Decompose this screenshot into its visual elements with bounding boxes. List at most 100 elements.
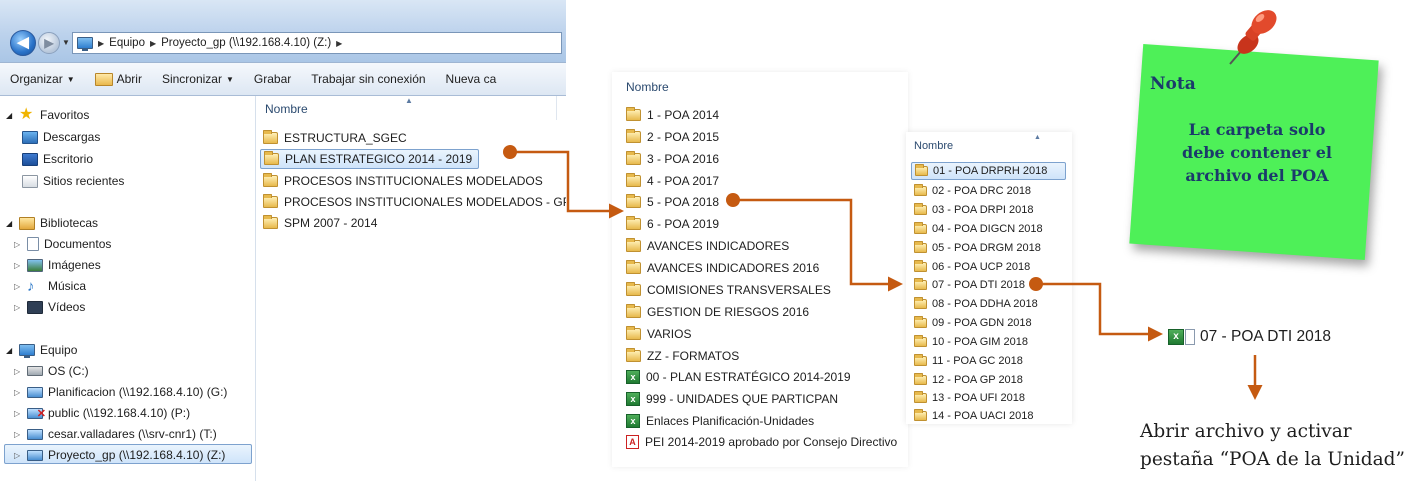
list-item[interactable]: x 999 - UNIDADES QUE PARTICPAN — [626, 389, 838, 409]
list-item[interactable]: VARIOS — [626, 324, 691, 344]
collapsed-triangle-icon[interactable]: ▷ — [14, 451, 22, 460]
nav-computer[interactable]: ◢ Equipo — [6, 343, 77, 358]
column-header-name[interactable]: Nombre — [265, 102, 308, 116]
column-header-name[interactable]: Nombre — [914, 140, 953, 152]
collapsed-triangle-icon[interactable]: ▷ — [14, 240, 22, 249]
list-item[interactable]: ZZ - FORMATOS — [626, 346, 739, 366]
list-item[interactable]: GESTION DE RIESGOS 2016 — [626, 302, 809, 322]
nav-drive-c[interactable]: ▷ OS (C:) — [14, 364, 89, 378]
list-item[interactable]: 08 - POA DDHA 2018 — [914, 295, 1038, 313]
list-item[interactable]: AVANCES INDICADORES 2016 — [626, 258, 819, 278]
expanded-triangle-icon[interactable]: ◢ — [6, 219, 14, 228]
item-label: PLAN ESTRATEGICO 2014 - 2019 — [285, 152, 473, 166]
libraries-icon — [19, 216, 35, 230]
offline-button[interactable]: Trabajar sin conexión — [301, 72, 435, 86]
collapsed-triangle-icon[interactable]: ▷ — [14, 303, 22, 312]
nav-favorites[interactable]: ◢ ★ Favoritos — [6, 107, 89, 123]
documents-icon — [27, 237, 39, 251]
nav-drive-g[interactable]: ▷ Planificacion (\\192.168.4.10) (G:) — [14, 385, 227, 399]
list-item-selected[interactable]: 01 - POA DRPRH 2018 — [911, 162, 1066, 180]
list-item[interactable]: x Enlaces Planificación-Unidades — [626, 411, 814, 431]
result-excel-file[interactable]: x 07 - POA DTI 2018 — [1168, 328, 1331, 346]
sort-ascending-icon: ▲ — [1034, 134, 1041, 141]
expanded-triangle-icon[interactable]: ◢ — [6, 346, 14, 355]
list-item[interactable]: 5 - POA 2018 — [626, 192, 719, 212]
list-item[interactable]: A PEI 2014-2019 aprobado por Consejo Dire… — [626, 432, 897, 452]
pushpin-icon — [1229, 10, 1277, 65]
list-item[interactable]: AVANCES INDICADORES — [626, 236, 789, 256]
history-dropdown-icon[interactable]: ▼ — [62, 38, 70, 47]
column-header-name[interactable]: Nombre — [626, 80, 669, 94]
new-folder-button[interactable]: Nueva ca — [436, 72, 507, 86]
collapsed-triangle-icon[interactable]: ▷ — [14, 430, 22, 439]
nav-music[interactable]: ▷ ♪ Música — [14, 279, 86, 294]
sticky-note-content: Nota La carpeta solo debe contener el ar… — [1136, 52, 1372, 252]
open-button[interactable]: Abrir — [85, 72, 152, 86]
address-bar[interactable]: ▶ Equipo ▶ Proyecto_gp (\\192.168.4.10) … — [72, 32, 562, 54]
breadcrumb-computer[interactable]: Equipo — [109, 37, 145, 49]
list-item[interactable]: x 00 - PLAN ESTRATÉGICO 2014-2019 — [626, 367, 851, 387]
nav-label: Sitios recientes — [43, 174, 125, 188]
list-item[interactable]: 13 - POA UFI 2018 — [914, 389, 1025, 407]
nav-videos[interactable]: ▷ Vídeos — [14, 300, 85, 314]
list-item[interactable]: 2 - POA 2015 — [626, 127, 719, 147]
column-divider[interactable] — [556, 96, 557, 120]
list-item[interactable]: 1 - POA 2014 — [626, 105, 719, 125]
nav-drive-z[interactable]: ▷ Proyecto_gp (\\192.168.4.10) (Z:) — [14, 448, 225, 462]
list-item[interactable]: 10 - POA GIM 2018 — [914, 333, 1028, 351]
excel-file-icon: x — [626, 370, 640, 384]
nav-desktop[interactable]: Escritorio — [22, 152, 93, 166]
expanded-triangle-icon[interactable]: ◢ — [6, 111, 14, 120]
nav-drive-t[interactable]: ▷ cesar.valladares (\\srv-cnr1) (T:) — [14, 427, 217, 441]
list-item[interactable]: 05 - POA DRGM 2018 — [914, 239, 1041, 257]
collapsed-triangle-icon[interactable]: ▷ — [14, 388, 22, 397]
breadcrumb-drive[interactable]: Proyecto_gp (\\192.168.4.10) (Z:) — [161, 37, 331, 49]
list-item[interactable]: COMISIONES TRANSVERSALES — [626, 280, 831, 300]
collapsed-triangle-icon[interactable]: ▷ — [14, 367, 22, 376]
list-item[interactable]: 12 - POA GP 2018 — [914, 371, 1023, 389]
nav-images[interactable]: ▷ Imágenes — [14, 258, 101, 272]
list-item[interactable]: 4 - POA 2017 — [626, 171, 719, 191]
sync-button[interactable]: Sincronizar ▼ — [152, 72, 244, 86]
list-item-selected[interactable]: PLAN ESTRATEGICO 2014 - 2019 — [260, 149, 480, 169]
burn-button[interactable]: Grabar — [244, 72, 301, 86]
list-item[interactable]: ESTRUCTURA_SGEC — [263, 128, 407, 148]
nav-drive-p[interactable]: ▷ public (\\192.168.4.10) (P:) — [14, 406, 190, 420]
list-item[interactable]: 6 - POA 2019 — [626, 214, 719, 234]
list-item[interactable]: SPM 2007 - 2014 — [263, 213, 377, 233]
folder-icon — [914, 222, 927, 234]
back-button[interactable]: ◀ — [10, 30, 36, 56]
list-item[interactable]: 02 - POA DRC 2018 — [914, 182, 1031, 200]
nav-libraries[interactable]: ◢ Bibliotecas — [6, 216, 98, 230]
list-item[interactable]: 11 - POA GC 2018 — [914, 352, 1023, 370]
nav-documents[interactable]: ▷ Documentos — [14, 237, 111, 251]
item-label: 00 - PLAN ESTRATÉGICO 2014-2019 — [646, 370, 851, 384]
chevron-right-icon[interactable]: ▶ — [98, 39, 104, 48]
collapsed-triangle-icon[interactable]: ▷ — [14, 261, 22, 270]
list-item[interactable]: 04 - POA DIGCN 2018 — [914, 220, 1043, 238]
note-line: archivo del POA — [1185, 166, 1329, 185]
folder-icon — [914, 391, 927, 403]
forward-button[interactable]: ▶ — [38, 32, 60, 54]
list-item[interactable]: 03 - POA DRPI 2018 — [914, 201, 1034, 219]
nav-recent[interactable]: Sitios recientes — [22, 174, 124, 188]
list-item[interactable]: 07 - POA DTI 2018 — [914, 276, 1025, 294]
result-file-label: 07 - POA DTI 2018 — [1200, 328, 1331, 345]
list-item[interactable]: PROCESOS INSTITUCIONALES MODELADOS - GP — [263, 192, 566, 212]
list-item[interactable]: 06 - POA UCP 2018 — [914, 258, 1030, 276]
list-item[interactable]: 14 - POA UACI 2018 — [914, 407, 1034, 424]
network-drive-icon — [27, 428, 43, 440]
chevron-right-icon[interactable]: ▶ — [150, 39, 156, 48]
list-item[interactable]: 3 - POA 2016 — [626, 149, 719, 169]
item-label: 09 - POA GDN 2018 — [932, 317, 1032, 329]
folder-icon — [626, 129, 641, 143]
note-line: debe contener el — [1182, 143, 1332, 162]
item-label: 3 - POA 2016 — [647, 152, 720, 166]
collapsed-triangle-icon[interactable]: ▷ — [14, 282, 22, 291]
organize-button[interactable]: Organizar ▼ — [0, 72, 85, 86]
collapsed-triangle-icon[interactable]: ▷ — [14, 409, 22, 418]
list-item[interactable]: 09 - POA GDN 2018 — [914, 314, 1032, 332]
chevron-right-icon[interactable]: ▶ — [336, 39, 342, 48]
list-item[interactable]: PROCESOS INSTITUCIONALES MODELADOS — [263, 171, 543, 191]
nav-downloads[interactable]: Descargas — [22, 130, 100, 144]
